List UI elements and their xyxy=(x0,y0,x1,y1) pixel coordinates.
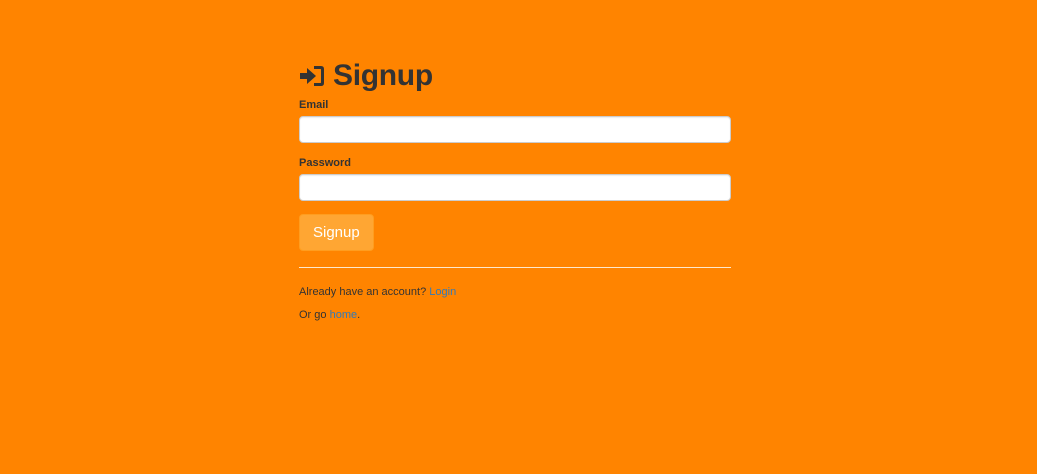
signup-button[interactable]: Signup xyxy=(299,214,374,251)
login-prompt-text: Already have an account? xyxy=(299,286,430,298)
email-field[interactable] xyxy=(299,116,731,143)
signup-container: Signup Email Password Signup Already hav… xyxy=(299,58,731,331)
password-field[interactable] xyxy=(299,174,731,201)
home-prompt-suffix: . xyxy=(357,309,361,321)
sign-in-icon xyxy=(299,64,325,88)
login-prompt: Already have an account? Login xyxy=(299,285,731,299)
home-prompt-text: Or go xyxy=(299,309,330,321)
login-link[interactable]: Login xyxy=(429,286,456,298)
email-label: Email xyxy=(299,99,329,111)
divider xyxy=(299,267,731,268)
password-label: Password xyxy=(299,157,351,169)
home-prompt: Or go home. xyxy=(299,308,731,322)
home-link[interactable]: home xyxy=(330,309,358,321)
page-title: Signup xyxy=(299,58,731,94)
page-title-text: Signup xyxy=(333,59,433,92)
